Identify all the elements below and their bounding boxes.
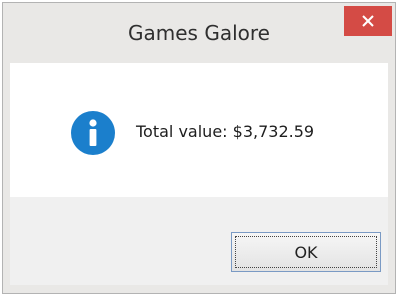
window-title: Games Galore <box>128 21 270 45</box>
ok-button-label: OK <box>294 242 318 262</box>
ok-button[interactable]: OK <box>231 232 381 272</box>
info-icon <box>71 111 115 155</box>
button-area: OK <box>10 197 388 285</box>
close-icon <box>362 15 374 27</box>
message-box-window: Games Galore Total value: $3,732.59 OK <box>2 2 396 294</box>
message-area: Total value: $3,732.59 <box>10 63 388 197</box>
close-button[interactable] <box>344 6 392 36</box>
message-text: Total value: $3,732.59 <box>136 122 315 141</box>
title-bar[interactable]: Games Galore <box>3 3 395 63</box>
